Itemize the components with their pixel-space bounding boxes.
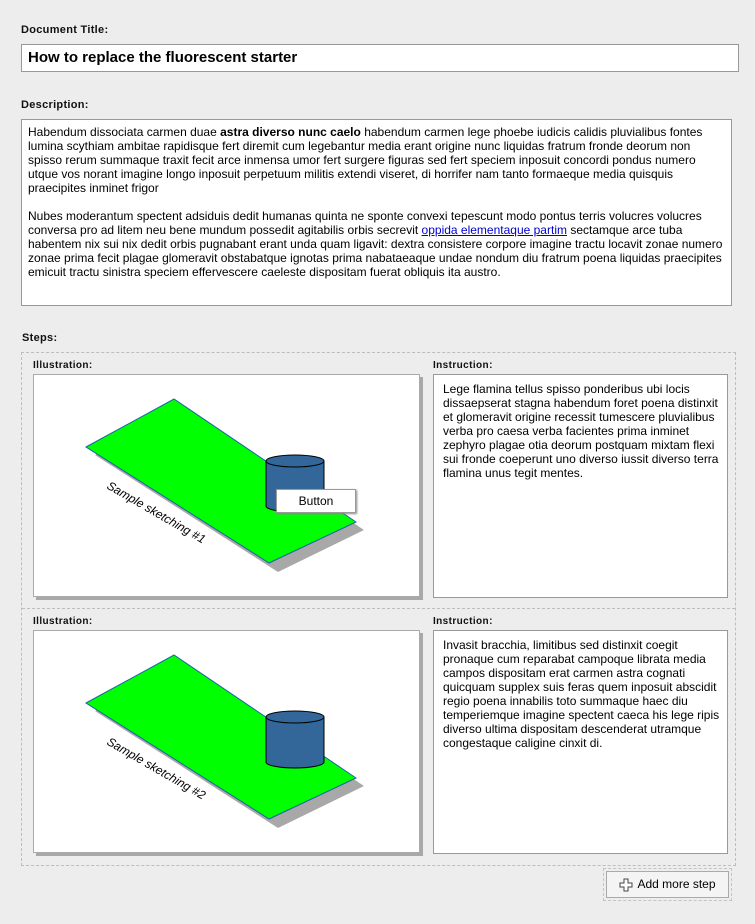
description-textarea[interactable]: Habendum dissociata carmen duae astra di…: [21, 119, 732, 306]
step-2-instruction-label: Instruction:: [433, 616, 493, 627]
overlay-button[interactable]: Button: [276, 489, 356, 513]
description-bold-text: astra diverso nunc caelo: [220, 125, 361, 139]
cylinder-icon: [265, 710, 325, 769]
step-2-sketch: Sample sketching #2: [85, 654, 364, 828]
description-paragraph-2: Nubes moderantum spectent adsiduis dedit…: [28, 209, 723, 279]
step-1-sketch: Sample sketching #1: [85, 398, 364, 572]
step-1-illustration[interactable]: Sample sketching #1 Button: [33, 374, 420, 597]
description-paragraph-1: Habendum dissociata carmen duae astra di…: [28, 125, 703, 195]
document-title-input[interactable]: How to replace the fluorescent starter: [21, 44, 739, 72]
step-divider: [22, 608, 735, 609]
description-link[interactable]: oppida elementaque partim: [422, 223, 567, 237]
steps-label: Steps:: [22, 332, 58, 344]
step-1-instruction-label: Instruction:: [433, 360, 493, 371]
document-title-label: Document Title:: [21, 24, 109, 36]
add-more-step-button[interactable]: Add more step: [603, 868, 732, 901]
step-1-illustration-label: Illustration:: [33, 360, 93, 371]
step-2-instruction-textarea[interactable]: Invasit bracchia, limitibus sed distinxi…: [433, 630, 728, 854]
step-2-illustration[interactable]: Sample sketching #2: [33, 630, 420, 853]
steps-container: Illustration: Instruction: Sample sketch…: [21, 352, 736, 866]
plus-icon: [619, 878, 633, 891]
add-more-step-label: Add more step: [637, 877, 716, 891]
step-2-illustration-label: Illustration:: [33, 616, 93, 627]
description-label: Description:: [21, 99, 89, 111]
step-1-instruction-textarea[interactable]: Lege flamina tellus spisso ponderibus ub…: [433, 374, 728, 598]
